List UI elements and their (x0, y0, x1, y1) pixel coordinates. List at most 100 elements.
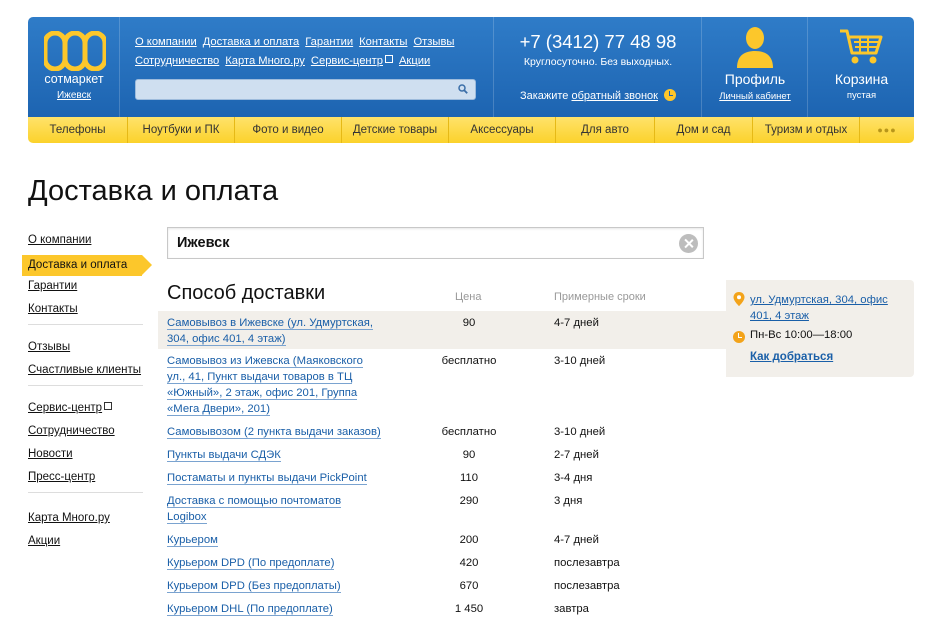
directions-link[interactable]: Как добраться (750, 351, 833, 363)
cart-block[interactable]: Корзина пустая (807, 17, 914, 117)
external-link-icon (104, 402, 113, 410)
category-tourism[interactable]: Туризм и отдых (753, 117, 860, 143)
more-categories-icon[interactable]: ●●● (860, 125, 914, 135)
delivery-method-link[interactable]: Самовывозом (2 пункта выдачи заказов) (167, 424, 427, 440)
delivery-method-link[interactable]: Самовывоз в Ижевске (ул. Удмуртская, 304… (167, 315, 383, 347)
leftnav-divider (28, 492, 143, 493)
leftnav-cooperation[interactable]: Сотрудничество (28, 423, 143, 446)
delivery-row[interactable]: Самовывозом (2 пункта выдачи заказов) бе… (158, 420, 728, 443)
delivery-row[interactable]: Курьером DHL (По предоплате) 1 450 завтр… (158, 597, 728, 620)
category-kids[interactable]: Детские товары (342, 117, 449, 143)
delivery-terms: 4-7 дней (554, 317, 599, 329)
delivery-price: 200 (459, 534, 479, 546)
delivery-price: 90 (462, 317, 476, 329)
top-link-delivery[interactable]: Доставка и оплата (203, 36, 300, 48)
logo-block[interactable]: сотмаркет Ижевск (28, 17, 120, 117)
phone-hours: Круглосуточно. Без выходных. (523, 56, 673, 68)
leftnav-warranty[interactable]: Гарантии (28, 278, 143, 301)
delivery-terms: завтра (554, 603, 589, 615)
top-link-warranty[interactable]: Гарантии (305, 36, 353, 48)
category-auto[interactable]: Для авто (556, 117, 655, 143)
profile-link[interactable]: Личный кабинет (702, 91, 808, 102)
top-link-reviews[interactable]: Отзывы (413, 36, 454, 48)
category-phones[interactable]: Телефоны (28, 117, 128, 143)
delivery-terms: 3-4 дня (554, 472, 593, 484)
leftnav-divider (28, 324, 143, 325)
delivery-price: бесплатно (441, 426, 497, 438)
delivery-terms: 3 дня (554, 495, 583, 507)
category-nav: Телефоны Ноутбуки и ПК Фото и видео Детс… (28, 117, 914, 143)
top-link-service-center[interactable]: Сервис-центр (311, 55, 393, 67)
leftnav-mnogo-card[interactable]: Карта Много.ру (28, 510, 143, 533)
city-selector (167, 227, 704, 259)
top-link-mnogo-card[interactable]: Карта Много.ру (225, 55, 305, 67)
delivery-price: 670 (459, 580, 479, 592)
leftnav-reviews[interactable]: Отзывы (28, 339, 143, 362)
top-link-promos[interactable]: Акции (399, 55, 430, 67)
delivery-terms: 3-10 дней (554, 426, 606, 438)
delivery-price: 90 (462, 449, 476, 461)
callback-link[interactable]: обратный звонок (571, 90, 658, 102)
delivery-price: бесплатно (441, 355, 497, 367)
category-home-garden[interactable]: Дом и сад (655, 117, 753, 143)
delivery-row[interactable]: Постаматы и пункты выдачи PickPoint 110 … (158, 466, 728, 489)
leftnav-happy-clients[interactable]: Счастливые клиенты (28, 362, 143, 385)
leftnav-promos[interactable]: Акции (28, 533, 143, 556)
leftnav-news[interactable]: Новости (28, 446, 143, 469)
delivery-method-link[interactable]: Курьером (167, 532, 383, 548)
clock-icon (733, 331, 745, 343)
category-photo-video[interactable]: Фото и видео (235, 117, 342, 143)
city-link[interactable]: Ижевск (28, 90, 120, 101)
left-nav: О компании Доставка и оплата Гарантии Ко… (22, 232, 152, 556)
top-link-cooperation[interactable]: Сотрудничество (135, 55, 219, 67)
pickup-hours: Пн-Вс 10:00—18:00 (750, 329, 853, 341)
category-laptops[interactable]: Ноутбуки и ПК (128, 117, 235, 143)
profile-block[interactable]: Профиль Личный кабинет (701, 17, 807, 117)
clear-icon[interactable] (679, 234, 698, 253)
pickup-address-link[interactable]: ул. Удмуртская, 304, офис 401, 4 этаж (750, 292, 908, 324)
logo-text: сотмаркет (44, 72, 104, 86)
delivery-price: 420 (459, 557, 479, 569)
leftnav-press-center[interactable]: Пресс-центр (28, 469, 143, 492)
pickup-info-card: ул. Удмуртская, 304, офис 401, 4 этаж Пн… (726, 280, 914, 377)
search-input[interactable] (136, 80, 446, 99)
delivery-table-header: Способ доставки Цена Примерные сроки (167, 282, 727, 306)
top-link-contacts[interactable]: Контакты (359, 36, 407, 48)
leftnav-service-center[interactable]: Сервис-центр (28, 400, 143, 423)
clock-icon (664, 89, 677, 101)
category-accessories[interactable]: Аксессуары (449, 117, 556, 143)
leftnav-contacts[interactable]: Контакты (28, 301, 143, 324)
delivery-method-link[interactable]: Самовывоз из Ижевска (Маяковского ул., 4… (167, 353, 383, 417)
map-pin-icon (733, 292, 745, 306)
delivery-terms: 4-7 дней (554, 534, 599, 546)
column-terms: Примерные сроки (554, 291, 646, 303)
delivery-row[interactable]: Курьером DPD (По предоплате) 420 послеза… (158, 551, 728, 574)
leftnav-divider (28, 385, 143, 386)
delivery-method-link[interactable]: Доставка с помощью почтоматов Logibox (167, 493, 367, 525)
delivery-method-link[interactable]: Постаматы и пункты выдачи PickPoint (167, 470, 427, 486)
contact-block: +7 (3412) 77 48 98 Круглосуточно. Без вы… (493, 17, 701, 117)
delivery-row[interactable]: Самовывоз в Ижевске (ул. Удмуртская, 304… (158, 311, 728, 349)
delivery-heading: Способ доставки (167, 282, 326, 304)
phone-number: +7 (3412) 77 48 98 (519, 31, 677, 52)
delivery-price: 290 (459, 495, 479, 507)
delivery-row[interactable]: Курьером DPD (Без предоплаты) 670 послез… (158, 574, 728, 597)
delivery-row[interactable]: Курьером 200 4-7 дней (158, 528, 728, 551)
search-box (135, 79, 476, 100)
leftnav-about[interactable]: О компании (28, 232, 143, 255)
callback-prefix: Закажите (519, 90, 569, 102)
delivery-row[interactable]: Доставка с помощью почтоматов Logibox 29… (158, 489, 728, 527)
cart-title: Корзина (834, 71, 889, 87)
delivery-terms: послезавтра (554, 580, 620, 592)
leftnav-delivery-active[interactable]: Доставка и оплата (22, 255, 152, 276)
delivery-method-link[interactable]: Пункты выдачи СДЭК (167, 447, 383, 463)
city-input[interactable] (168, 228, 648, 258)
top-link-about[interactable]: О компании (135, 36, 197, 48)
delivery-row[interactable]: Пункты выдачи СДЭК 90 2-7 дней (158, 443, 728, 466)
delivery-row[interactable]: Самовывоз из Ижевска (Маяковского ул., 4… (158, 349, 728, 419)
delivery-method-link[interactable]: Курьером DPD (По предоплате) (167, 555, 383, 571)
delivery-method-link[interactable]: Курьером DPD (Без предоплаты) (167, 578, 383, 594)
delivery-terms: послезавтра (554, 557, 620, 569)
delivery-method-link[interactable]: Курьером DHL (По предоплате) (167, 601, 383, 617)
search-icon[interactable] (458, 84, 468, 94)
